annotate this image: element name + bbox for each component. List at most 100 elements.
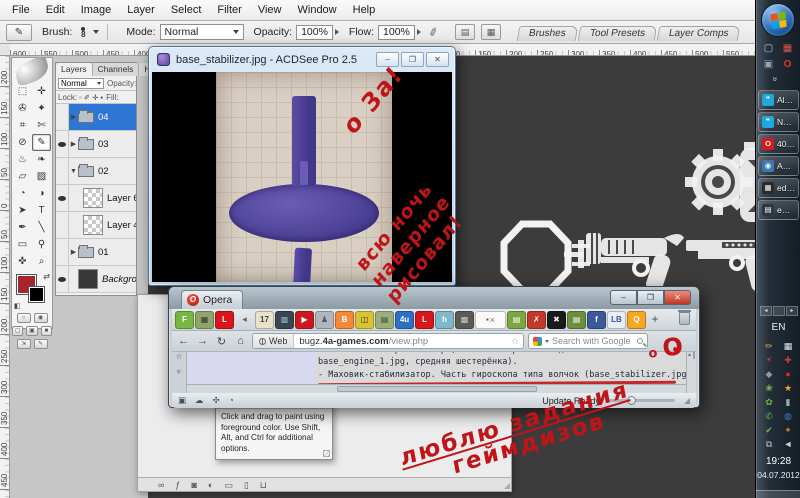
opera-tab[interactable]: L bbox=[415, 311, 434, 329]
opera-tab[interactable]: LB bbox=[607, 311, 626, 329]
zoom-slider[interactable] bbox=[609, 399, 675, 402]
file-browser-button[interactable]: ▤ bbox=[455, 24, 475, 40]
taskbar-app-button[interactable]: O 40… bbox=[758, 134, 799, 154]
tool-button[interactable]: ╲ bbox=[32, 219, 51, 236]
opera-tab[interactable]: ✖ bbox=[547, 311, 566, 329]
tool-button[interactable]: ▭ bbox=[13, 236, 32, 253]
expand-triangle-icon[interactable]: ▶ bbox=[69, 248, 78, 256]
tool-button[interactable]: ✄ bbox=[32, 117, 51, 134]
opera-tab[interactable]: h bbox=[435, 311, 454, 329]
lock-toggle-icon[interactable]: ✛ bbox=[92, 93, 98, 102]
menu-item[interactable]: Filter bbox=[209, 0, 249, 21]
standard-mode-button[interactable]: ○ bbox=[17, 313, 31, 323]
tool-button[interactable]: ⊘ bbox=[13, 134, 32, 151]
status-icon[interactable]: ▣ bbox=[178, 395, 186, 406]
menu-item[interactable]: Help bbox=[345, 0, 384, 21]
horizontal-scrollbar[interactable] bbox=[187, 384, 686, 393]
maximize-button[interactable]: ❐ bbox=[637, 290, 664, 305]
background-color-swatch[interactable] bbox=[28, 286, 45, 303]
taskbar-app-button[interactable]: ▦ ed… bbox=[758, 178, 799, 198]
minimize-button[interactable]: – bbox=[610, 290, 637, 305]
layer-row[interactable]: Background bbox=[56, 266, 136, 293]
home-button[interactable]: ⌂ bbox=[233, 335, 248, 347]
status-icon[interactable]: ✣ bbox=[213, 395, 220, 406]
opera-tab[interactable]: ✗ bbox=[527, 311, 546, 329]
clock[interactable]: 19:28 bbox=[756, 456, 800, 467]
visibility-toggle[interactable] bbox=[56, 104, 69, 130]
visibility-toggle[interactable] bbox=[56, 266, 69, 292]
tray-icon[interactable]: ⧉ bbox=[760, 438, 778, 451]
layer-row[interactable]: ▶ 04 bbox=[56, 104, 136, 131]
visibility-toggle[interactable] bbox=[56, 185, 69, 211]
dropdown-caret-icon[interactable] bbox=[545, 340, 549, 343]
screen-mode-button[interactable]: ▣ bbox=[26, 326, 37, 336]
acdsee-titlebar[interactable]: base_stabilizer.jpg - ACDSee Pro 2.5 – ❐… bbox=[149, 47, 455, 72]
lock-toggle-icon[interactable]: ✐ bbox=[84, 93, 90, 102]
default-colors-icon[interactable]: ◧ bbox=[14, 302, 21, 310]
tool-button[interactable]: ⬚ bbox=[13, 83, 32, 100]
tray-icon[interactable]: ✿ bbox=[760, 396, 778, 409]
language-indicator[interactable]: EN bbox=[756, 322, 800, 333]
layer-row[interactable]: Layer 4 bbox=[56, 212, 136, 239]
scroll-thumb[interactable] bbox=[693, 352, 695, 359]
quick-launch-icon[interactable]: ▣ bbox=[760, 58, 777, 72]
layer-footer-icon[interactable]: ◐ bbox=[208, 478, 213, 492]
vertical-scrollbar[interactable]: ▲▼ bbox=[686, 352, 696, 393]
visibility-toggle[interactable] bbox=[56, 239, 69, 265]
expand-triangle-icon[interactable]: ▼ bbox=[69, 168, 78, 175]
close-button[interactable]: ✕ bbox=[664, 290, 691, 305]
tool-button[interactable]: ✒ bbox=[13, 219, 32, 236]
tool-button[interactable]: ✎ bbox=[32, 134, 51, 151]
tool-button[interactable]: ◔ bbox=[13, 185, 32, 202]
tool-button[interactable]: ◑ bbox=[32, 185, 51, 202]
tray-icon[interactable]: ▮ bbox=[779, 396, 797, 409]
search-field[interactable]: Search with Google bbox=[528, 333, 648, 349]
quick-launch-icon[interactable]: O bbox=[779, 58, 796, 72]
opera-tab[interactable]: F bbox=[175, 311, 194, 329]
opera-tab[interactable]: f bbox=[587, 311, 606, 329]
quick-launch-icon[interactable]: ▢ bbox=[760, 42, 777, 56]
layer-footer-icon[interactable]: ∞ bbox=[158, 478, 164, 492]
tool-button[interactable]: ✇ bbox=[13, 100, 32, 117]
show-desktop-button[interactable] bbox=[756, 490, 800, 498]
opera-tab[interactable]: ◂ bbox=[235, 311, 254, 329]
opera-tab[interactable]: 4u bbox=[395, 311, 414, 329]
tool-button[interactable]: ⌗ bbox=[13, 117, 32, 134]
tool-button[interactable]: ❧ bbox=[32, 151, 51, 168]
tool-button[interactable]: ✛ bbox=[32, 83, 51, 100]
tray-icon[interactable]: ✚ bbox=[779, 354, 797, 367]
opera-tab[interactable]: ♟ bbox=[315, 311, 334, 329]
scroll-left-icon[interactable]: ◂ bbox=[760, 306, 772, 316]
bookmark-star-icon[interactable]: ☆ bbox=[511, 336, 519, 347]
maximize-button[interactable]: ❐ bbox=[401, 52, 424, 67]
minimize-button[interactable]: – bbox=[376, 52, 399, 67]
screen-mode-button[interactable]: ■ bbox=[41, 326, 52, 336]
layer-row[interactable]: Layer 6 bbox=[56, 185, 136, 212]
quick-mask-button[interactable]: ◉ bbox=[34, 313, 48, 323]
layer-footer-icon[interactable]: ◙ bbox=[191, 478, 196, 492]
opera-tab[interactable]: ▩ bbox=[455, 311, 474, 329]
opera-tab[interactable]: ▩ bbox=[275, 311, 294, 329]
taskbar-app-button[interactable]: ❞ Al… bbox=[758, 90, 799, 110]
swap-colors-icon[interactable]: ⇄ bbox=[43, 272, 50, 281]
brushes-palette-button[interactable]: ▦ bbox=[481, 24, 501, 40]
screen-mode-button[interactable]: ▢ bbox=[12, 326, 23, 336]
flow-input[interactable]: 100% bbox=[378, 25, 415, 40]
start-button[interactable] bbox=[761, 3, 795, 37]
resize-grip-icon[interactable]: ◢ bbox=[504, 481, 510, 490]
address-field[interactable]: Web bugz.4a-games.com/view.php ☆ bbox=[252, 333, 524, 349]
opera-tab[interactable]: ▤ bbox=[567, 311, 586, 329]
tray-icon[interactable]: ◄ bbox=[779, 438, 797, 451]
tray-icon[interactable]: ✦ bbox=[779, 424, 797, 437]
expand-triangle-icon[interactable]: ▶ bbox=[69, 140, 78, 148]
slider-knob[interactable] bbox=[627, 396, 636, 405]
palette-well-tab[interactable]: Layer Comps bbox=[656, 26, 740, 41]
tray-icon[interactable]: ❀ bbox=[760, 382, 778, 395]
menu-item[interactable]: Window bbox=[290, 0, 345, 21]
update-ready-text[interactable]: Update Ready bbox=[542, 396, 600, 406]
resize-grip-icon[interactable]: ◢ bbox=[684, 396, 690, 405]
layer-row[interactable]: ▶ 01 bbox=[56, 239, 136, 266]
menu-item[interactable]: View bbox=[250, 0, 290, 21]
date[interactable]: 04.07.2012 bbox=[756, 470, 800, 480]
menu-item[interactable]: Layer bbox=[119, 0, 163, 21]
